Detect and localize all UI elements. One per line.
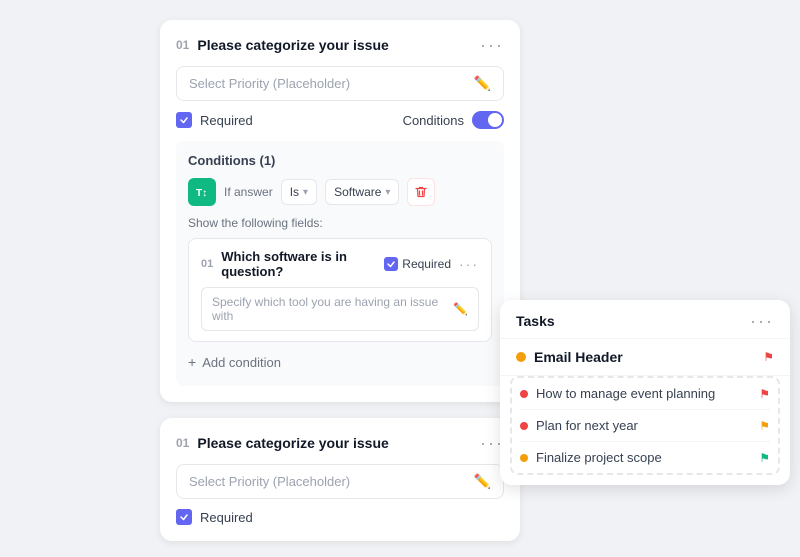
card-2: 01 Please categorize your issue ··· Sele… <box>160 418 520 541</box>
tasks-panel: Tasks ··· Email Header ⚑ How to manage e… <box>500 300 790 485</box>
sub-input-row: Specify which tool you are having an iss… <box>201 287 479 331</box>
required-checkbox[interactable] <box>176 112 192 128</box>
priority-input-row: Select Priority (Placeholder) ✏️ <box>176 66 504 101</box>
card-2-edit-icon[interactable]: ✏️ <box>474 473 491 490</box>
required-row: Required Conditions <box>176 111 504 129</box>
email-header-row: Email Header ⚑ <box>516 349 774 365</box>
card-2-required-checkbox[interactable] <box>176 509 192 525</box>
card-2-required-checkbox-group: Required <box>176 509 253 525</box>
show-fields-label: Show the following fields: <box>188 216 492 230</box>
more-options-button[interactable]: ··· <box>480 36 504 54</box>
task-item-3-text: Finalize project scope <box>536 450 662 465</box>
email-header-flag-icon: ⚑ <box>763 350 774 364</box>
tasks-title: Tasks <box>516 313 555 329</box>
card-2-required-label: Required <box>200 510 253 525</box>
chevron-down-icon: ▾ <box>303 187 308 198</box>
sub-more-options-button[interactable]: ··· <box>459 257 479 271</box>
card-2-priority-placeholder: Select Priority (Placeholder) <box>189 474 350 489</box>
sub-input-placeholder: Specify which tool you are having an iss… <box>212 295 453 323</box>
conditions-section: Conditions (1) T↕ If answer Is ▾ Softwar… <box>176 141 504 386</box>
task-item-1-flag-icon: ⚑ <box>759 387 770 401</box>
sub-required-label: Required <box>402 257 451 271</box>
task-dot-icon <box>520 390 528 398</box>
card-2-step-number: 01 <box>176 436 189 450</box>
conditions-count: Conditions (1) <box>188 153 492 168</box>
sub-card-title-row: 01 Which software is in question? <box>201 249 384 279</box>
task-item-2-flag-icon: ⚑ <box>759 419 770 433</box>
sub-card-header: 01 Which software is in question? Requir… <box>201 249 479 279</box>
card-1-title: Please categorize your issue <box>197 37 388 53</box>
email-header-section: Email Header ⚑ <box>500 339 790 376</box>
required-label: Required <box>200 113 253 128</box>
sub-edit-icon[interactable]: ✏️ <box>453 302 468 316</box>
if-answer-label: If answer <box>224 185 273 199</box>
software-select[interactable]: Software ▾ <box>325 179 399 205</box>
task-item-2-left: Plan for next year <box>520 418 638 433</box>
delete-condition-button[interactable] <box>407 178 435 206</box>
card-1-header: 01 Please categorize your issue ··· <box>176 36 504 54</box>
conditions-label: Conditions <box>403 113 464 128</box>
add-condition-label: Add condition <box>202 355 281 370</box>
add-condition-button[interactable]: + Add condition <box>188 350 281 374</box>
card-2-title-row: 01 Please categorize your issue <box>176 435 389 451</box>
task-list: How to manage event planning ⚑ Plan for … <box>510 376 780 475</box>
tasks-header: Tasks ··· <box>500 300 790 339</box>
task-item-1-left: How to manage event planning <box>520 386 715 401</box>
card-2-required-row: Required <box>176 509 504 525</box>
plus-icon: + <box>188 354 196 370</box>
card-2-priority-input-row: Select Priority (Placeholder) ✏️ <box>176 464 504 499</box>
sub-step-number: 01 <box>201 258 213 270</box>
conditions-toggle-group: Conditions <box>403 111 504 129</box>
required-checkbox-group: Required <box>176 112 253 128</box>
conditions-toggle[interactable] <box>472 111 504 129</box>
is-select[interactable]: Is ▾ <box>281 179 317 205</box>
svg-text:T↕: T↕ <box>196 188 207 199</box>
sub-required-badge: Required <box>384 257 451 271</box>
condition-row: T↕ If answer Is ▾ Software ▾ <box>188 178 492 206</box>
task-item-2: Plan for next year ⚑ <box>520 410 770 442</box>
edit-icon[interactable]: ✏️ <box>474 75 491 92</box>
card-1: 01 Please categorize your issue ··· Sele… <box>160 20 520 402</box>
priority-placeholder: Select Priority (Placeholder) <box>189 76 350 91</box>
card-2-header: 01 Please categorize your issue ··· <box>176 434 504 452</box>
sub-required-checkbox[interactable] <box>384 257 398 271</box>
step-number: 01 <box>176 38 189 52</box>
email-header-title: Email Header <box>534 349 623 365</box>
sub-card: 01 Which software is in question? Requir… <box>188 238 492 342</box>
card-2-title: Please categorize your issue <box>197 435 388 451</box>
task-item-2-text: Plan for next year <box>536 418 638 433</box>
task-item-3: Finalize project scope ⚑ <box>520 442 770 473</box>
card-1-title-row: 01 Please categorize your issue <box>176 37 389 53</box>
chevron-down-icon: ▾ <box>385 187 390 198</box>
task-item-1: How to manage event planning ⚑ <box>520 378 770 410</box>
condition-type-icon: T↕ <box>188 178 216 206</box>
task-dot-icon <box>520 422 528 430</box>
email-header-dot-icon <box>516 352 526 362</box>
tasks-more-options-button[interactable]: ··· <box>750 312 774 330</box>
email-header-left: Email Header <box>516 349 623 365</box>
task-dot-icon <box>520 454 528 462</box>
task-item-3-left: Finalize project scope <box>520 450 662 465</box>
task-item-3-flag-icon: ⚑ <box>759 451 770 465</box>
task-item-1-text: How to manage event planning <box>536 386 715 401</box>
sub-card-title: Which software is in question? <box>221 249 384 279</box>
